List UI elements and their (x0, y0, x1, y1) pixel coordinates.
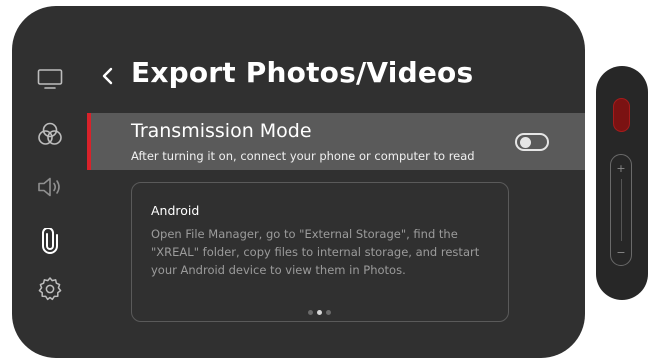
card-body: Open File Manager, go to "External Stora… (151, 227, 480, 277)
setting-description: After turning it on, connect your phone … (131, 149, 475, 163)
toggle-knob (520, 137, 531, 148)
selection-indicator (87, 113, 91, 170)
settings-panel: Export Photos/Videos Transmission Mode A… (12, 6, 585, 358)
page-indicator (308, 310, 331, 315)
volume-down-label: − (616, 246, 626, 259)
volume-track (621, 179, 622, 241)
side-controls: + − (596, 66, 648, 300)
transmission-mode-toggle[interactable] (515, 133, 549, 151)
volume-up-label: + (616, 162, 626, 175)
info-card: Android Open File Manager, go to "Extern… (131, 182, 509, 322)
gear-icon[interactable] (36, 275, 64, 303)
page-dot[interactable] (326, 310, 331, 315)
page-dot-active[interactable] (317, 310, 322, 315)
back-button[interactable] (100, 64, 116, 88)
volume-rocker[interactable]: + − (610, 154, 632, 266)
power-button[interactable] (613, 98, 630, 132)
page-dot[interactable] (308, 310, 313, 315)
display-icon[interactable] (36, 65, 64, 93)
page-title: Export Photos/Videos (131, 56, 474, 89)
transmission-mode-row[interactable]: Transmission Mode After turning it on, c… (87, 113, 585, 170)
card-title: Android (151, 203, 200, 218)
paperclip-icon[interactable] (36, 227, 64, 255)
setting-title: Transmission Mode (131, 120, 312, 142)
speaker-icon[interactable] (36, 173, 64, 201)
color-circles-icon[interactable] (36, 120, 64, 148)
chevron-left-icon (102, 67, 113, 85)
